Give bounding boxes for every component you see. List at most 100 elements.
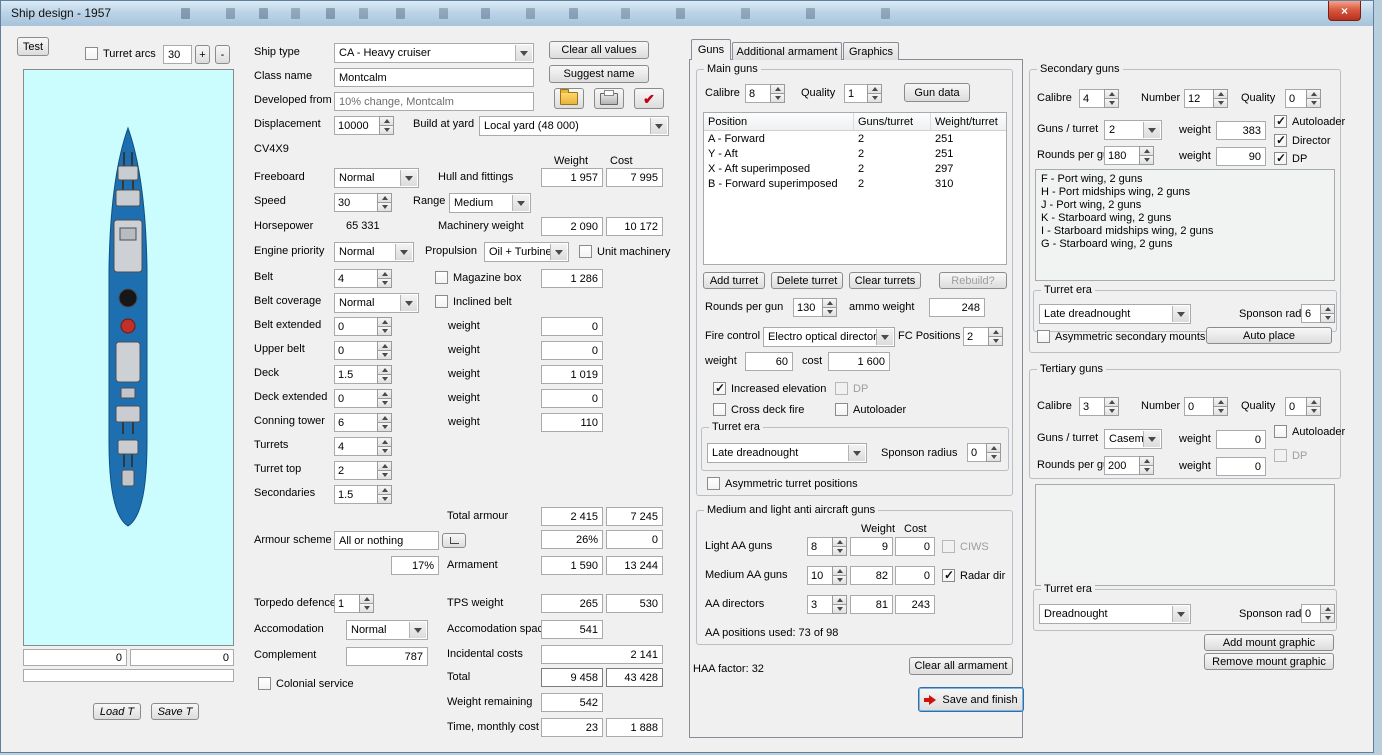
spinner-down-icon[interactable] <box>832 604 847 614</box>
spinner-down-icon[interactable] <box>1213 406 1228 416</box>
dropdown-arrow-icon[interactable] <box>550 244 567 260</box>
column-header-position[interactable]: Position <box>704 113 854 130</box>
main-sponson-radius-value[interactable]: 0 <box>967 443 986 462</box>
tertiary-mounts-list[interactable] <box>1035 484 1335 586</box>
spinner-down-icon[interactable] <box>377 202 392 212</box>
asymmetric-turret-positions-checkbox[interactable]: Asymmetric turret positions <box>707 477 858 490</box>
secondary-calibre-spinner[interactable]: 4 <box>1079 89 1119 108</box>
spinner-down-icon[interactable] <box>377 278 392 288</box>
belt-extended-spinner[interactable]: 0 <box>334 317 392 336</box>
light-aa-value[interactable]: 8 <box>807 537 832 556</box>
mount-list-item[interactable]: I - Starboard midships wing, 2 guns <box>1041 225 1329 238</box>
secondary-guns-per-turret-select[interactable]: 2 <box>1104 120 1162 140</box>
mount-list-item[interactable]: G - Starboard wing, 2 guns <box>1041 238 1329 251</box>
dropdown-arrow-icon[interactable] <box>409 622 426 638</box>
test-button[interactable]: Test <box>17 37 49 56</box>
turret-arcs-increase-button[interactable]: + <box>195 45 210 64</box>
spinner-down-icon[interactable] <box>1213 98 1228 108</box>
spinner-down-icon[interactable] <box>1306 406 1321 416</box>
spinner-down-icon[interactable] <box>867 93 882 103</box>
spinner-up-icon[interactable] <box>1139 146 1154 155</box>
secondaries-spinner[interactable]: 1.5 <box>334 485 392 504</box>
spinner-down-icon[interactable] <box>379 125 394 135</box>
armour-scheme-picker-button[interactable] <box>442 533 466 548</box>
titlebar[interactable]: Ship design - 1957 × <box>1 1 1373 27</box>
speed-value[interactable]: 30 <box>334 193 377 212</box>
secondary-quality-spinner[interactable]: 0 <box>1285 89 1321 108</box>
spinner-up-icon[interactable] <box>832 595 847 604</box>
ship-type-select[interactable]: CA - Heavy cruiser <box>334 43 534 63</box>
remove-mount-graphic-button[interactable]: Remove mount graphic <box>1204 653 1334 670</box>
print-button[interactable] <box>594 88 624 109</box>
spinner-up-icon[interactable] <box>988 327 1003 336</box>
add-turret-button[interactable]: Add turret <box>703 272 765 289</box>
spinner-down-icon[interactable] <box>832 575 847 585</box>
deck-extended-spinner[interactable]: 0 <box>334 389 392 408</box>
torpedo-defence-spinner[interactable]: 1 <box>334 594 374 613</box>
upper-belt-value[interactable]: 0 <box>334 341 377 360</box>
increased-elevation-checkbox[interactable]: Increased elevation <box>713 381 826 395</box>
auto-place-button[interactable]: Auto place <box>1206 327 1332 344</box>
tertiary-quality-value[interactable]: 0 <box>1285 397 1306 416</box>
save-and-finish-button[interactable]: Save and finish <box>918 687 1024 712</box>
mount-list-item[interactable]: F - Port wing, 2 guns <box>1041 173 1329 186</box>
spinner-down-icon[interactable] <box>377 350 392 360</box>
spinner-down-icon[interactable] <box>1320 613 1335 623</box>
spinner-down-icon[interactable] <box>986 452 1001 462</box>
dropdown-arrow-icon[interactable] <box>848 445 865 461</box>
main-calibre-spinner[interactable]: 8 <box>745 84 785 103</box>
delete-turret-button[interactable]: Delete turret <box>771 272 843 289</box>
tertiary-guns-per-turret-select[interactable]: Casemat <box>1104 429 1162 449</box>
dropdown-arrow-icon[interactable] <box>1143 122 1160 138</box>
spinner-up-icon[interactable] <box>377 461 392 470</box>
belt-value[interactable]: 4 <box>334 269 377 288</box>
turret-top-spinner[interactable]: 2 <box>334 461 392 480</box>
column-header-weight-per-turret[interactable]: Weight/turret <box>931 113 1006 130</box>
clear-all-values-button[interactable]: Clear all values <box>549 41 649 59</box>
tertiary-number-value[interactable]: 0 <box>1184 397 1213 416</box>
main-guns-turret-table[interactable]: Position Guns/turret Weight/turret A - F… <box>703 112 1007 265</box>
build-at-yard-select[interactable]: Local yard (48 000) <box>479 116 669 136</box>
spinner-up-icon[interactable] <box>822 298 837 307</box>
medium-aa-value[interactable]: 10 <box>807 566 832 585</box>
tab-guns[interactable]: Guns <box>691 39 731 60</box>
spinner-up-icon[interactable] <box>1104 89 1119 98</box>
dropdown-arrow-icon[interactable] <box>1172 606 1189 622</box>
gun-data-button[interactable]: Gun data <box>904 83 970 102</box>
clear-all-armament-button[interactable]: Clear all armament <box>909 657 1013 675</box>
engine-priority-select[interactable]: Normal <box>334 242 414 262</box>
class-name-input[interactable]: Montcalm <box>334 68 534 87</box>
tertiary-turret-era-select[interactable]: Dreadnought <box>1039 604 1191 624</box>
belt-coverage-select[interactable]: Normal <box>334 293 419 313</box>
spinner-up-icon[interactable] <box>1213 89 1228 98</box>
freeboard-select[interactable]: Normal <box>334 168 419 188</box>
conning-tower-value[interactable]: 6 <box>334 413 377 432</box>
deck-value[interactable]: 1.5 <box>334 365 377 384</box>
deck-spinner[interactable]: 1.5 <box>334 365 392 384</box>
mount-list-item[interactable]: H - Port midships wing, 2 guns <box>1041 186 1329 199</box>
turret-arcs-decrease-button[interactable]: - <box>215 45 230 64</box>
spinner-up-icon[interactable] <box>832 566 847 575</box>
main-rounds-per-gun-spinner[interactable]: 130 <box>793 298 837 317</box>
torpedo-defence-value[interactable]: 1 <box>334 594 359 613</box>
spinner-up-icon[interactable] <box>377 341 392 350</box>
spinner-down-icon[interactable] <box>822 307 837 317</box>
tertiary-autoloader-checkbox[interactable]: Autoloader <box>1274 425 1345 438</box>
dropdown-arrow-icon[interactable] <box>400 170 417 186</box>
spinner-up-icon[interactable] <box>1139 456 1154 465</box>
spinner-down-icon[interactable] <box>1320 313 1335 323</box>
aa-directors-spinner[interactable]: 3 <box>807 595 847 614</box>
fc-positions-value[interactable]: 2 <box>963 327 988 346</box>
medium-aa-spinner[interactable]: 10 <box>807 566 847 585</box>
spinner-up-icon[interactable] <box>1320 304 1335 313</box>
dropdown-arrow-icon[interactable] <box>395 244 412 260</box>
spinner-up-icon[interactable] <box>1320 604 1335 613</box>
tertiary-calibre-value[interactable]: 3 <box>1079 397 1104 416</box>
aa-directors-value[interactable]: 3 <box>807 595 832 614</box>
main-turret-era-select[interactable]: Late dreadnought <box>707 443 867 463</box>
upper-belt-spinner[interactable]: 0 <box>334 341 392 360</box>
secondary-sponson-radius-value[interactable]: 6 <box>1301 304 1320 323</box>
turret-row[interactable]: B - Forward superimposed 2 310 <box>704 176 1006 191</box>
magazine-box-checkbox[interactable]: Magazine box <box>435 271 522 284</box>
mount-list-item[interactable]: J - Port wing, 2 guns <box>1041 199 1329 212</box>
